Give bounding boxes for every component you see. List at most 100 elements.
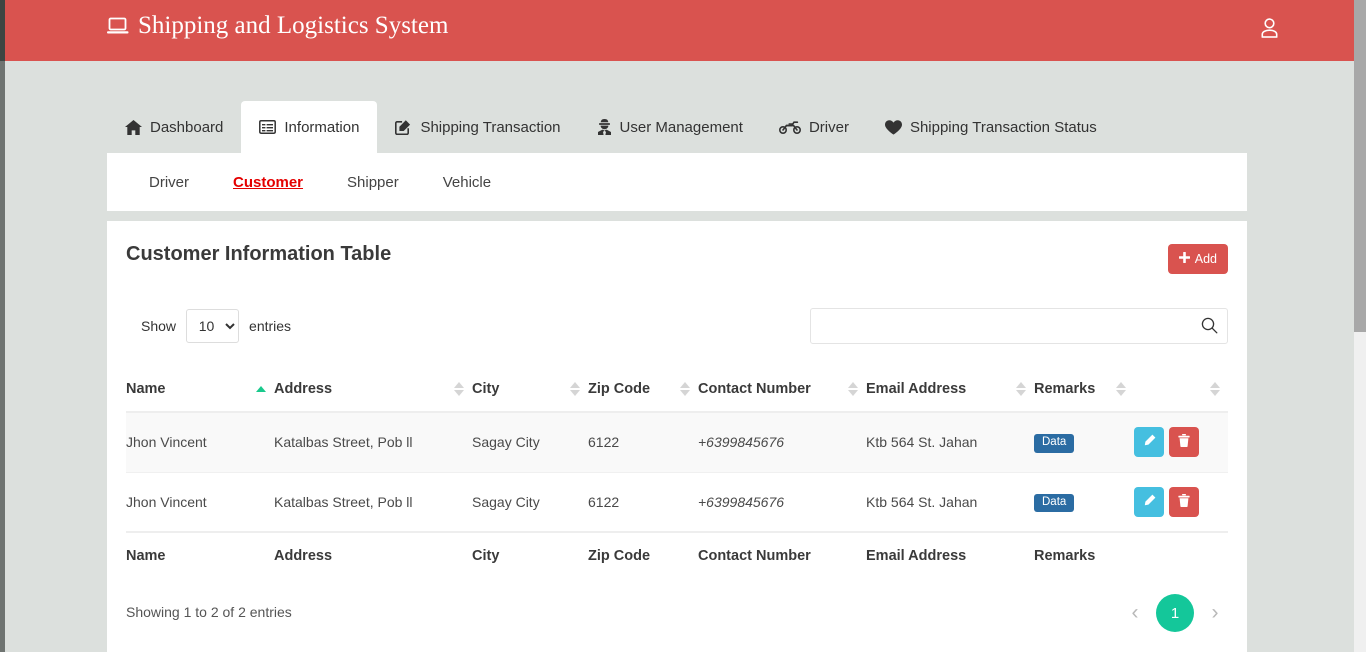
sort-indicator [848,381,858,396]
status-badge: Data [1034,493,1075,512]
subnav-item-vehicle[interactable]: Vehicle [421,174,513,191]
page-title: Customer Information Table [126,243,392,265]
table-row[interactable]: Jhon Vincent Katalbas Street, Pob ll Sag… [126,412,1228,473]
column-label: Remarks [1034,380,1096,397]
column-label: Email Address [866,380,967,397]
heart-icon [884,119,902,135]
search-box [810,308,1228,344]
sort-indicator [1210,381,1220,396]
table-length-control: Show 10 25 50 100 entries [141,309,291,343]
tab-label: Dashboard [150,118,224,136]
tab-label: Driver [808,118,849,136]
cell-name: Jhon Vincent [126,412,274,473]
table-footer-row: Name Address City Zip Code Contact Numbe… [126,531,1228,578]
column-header-zip-code[interactable]: Zip Code [588,366,698,413]
status-badge: Data [1034,434,1075,453]
subnav-item-customer[interactable]: Customer [211,174,325,191]
list-alt-icon [259,120,277,134]
table-info: Showing 1 to 2 of 2 entries [126,604,292,620]
add-button-label: Add [1194,252,1217,266]
delete-button[interactable] [1169,427,1199,458]
entries-label: entries [249,318,292,334]
column-label: Contact Number [698,380,811,397]
customer-table-card: Customer Information Table Add Show 10 2… [107,221,1247,652]
edit-button[interactable] [1134,486,1164,517]
search-icon[interactable] [1201,317,1218,339]
cell-remarks: Data [1034,412,1134,473]
tab-driver[interactable]: Driver [761,101,867,153]
plus-icon [1178,252,1190,266]
tab-shipping-transaction-status[interactable]: Shipping Transaction Status [867,101,1115,153]
show-label: Show [141,318,177,334]
cell-city: Sagay City [472,412,588,473]
tab-label: Shipping Transaction Status [909,118,1097,136]
subnav-item-driver[interactable]: Driver [127,174,211,191]
column-label: Address [274,380,333,397]
tab-information[interactable]: Information [241,101,378,153]
user-secret-icon [597,119,612,135]
user-avatar-icon[interactable] [1261,18,1278,38]
column-header-actions[interactable] [1134,366,1228,413]
footer-column-address: Address [274,531,472,578]
footer-column-city: City [472,531,588,578]
brand: Shipping and Logistics System [107,12,448,40]
footer-column-contact-number: Contact Number [698,531,866,578]
tab-shipping-transaction[interactable]: Shipping Transaction [377,101,578,153]
sort-indicator [680,381,690,396]
footer-column-name: Name [126,531,274,578]
column-label: City [472,380,500,397]
pencil-icon [1143,434,1156,450]
laptop-icon [107,17,129,35]
column-label: Zip Code [588,380,651,397]
table-header-row: Name Address City Zip Code Contact Numbe… [126,366,1228,413]
home-icon [125,119,142,135]
column-header-address[interactable]: Address [274,366,472,413]
delete-button[interactable] [1169,486,1199,517]
pagination: ‹ 1 › [1122,594,1228,632]
trash-icon [1178,493,1190,510]
column-header-contact-number[interactable]: Contact Number [698,366,866,413]
tab-label: Shipping Transaction [420,118,561,136]
table-row[interactable]: Jhon Vincent Katalbas Street, Pob ll Sag… [126,472,1228,533]
pencil-icon [1143,494,1156,510]
column-header-name[interactable]: Name [126,366,274,413]
subnav-item-shipper[interactable]: Shipper [325,174,421,191]
tab-label: User Management [619,118,743,136]
search-input[interactable] [810,308,1228,344]
window-corner-edge [0,0,5,61]
cell-city: Sagay City [472,472,588,533]
footer-column-remarks: Remarks [1034,531,1134,578]
column-header-email-address[interactable]: Email Address [866,366,1034,413]
page-button-1[interactable]: 1 [1156,594,1194,632]
footer-column-email-address: Email Address [866,531,1034,578]
cell-email: Ktb 564 St. Jahan [866,412,1034,473]
cell-name: Jhon Vincent [126,472,274,533]
cell-actions [1134,412,1228,473]
sort-indicator [454,381,464,396]
chevron-right-icon[interactable]: › [1202,595,1228,631]
cell-address: Katalbas Street, Pob ll [274,412,472,473]
window-left-edge [0,0,5,652]
cell-actions [1134,472,1228,533]
chevron-left-icon[interactable]: ‹ [1122,595,1148,631]
cell-contact: +6399845676 [698,412,866,473]
tab-user-management[interactable]: User Management [579,101,761,153]
add-button[interactable]: Add [1167,244,1228,274]
edit-button[interactable] [1134,427,1164,458]
footer-column-zip-code: Zip Code [588,531,698,578]
tab-label: Information [284,118,360,136]
cell-remarks: Data [1034,472,1134,533]
cell-contact: +6399845676 [698,472,866,533]
customer-table: Name Address City Zip Code Contact Numbe… [126,366,1228,578]
motorcycle-icon [778,120,801,134]
cell-zip-code: 6122 [588,412,698,473]
tab-dashboard[interactable]: Dashboard [107,101,241,153]
column-label: Name [126,380,166,397]
column-header-city[interactable]: City [472,366,588,413]
entries-select[interactable]: 10 25 50 100 [186,309,240,343]
column-header-remarks[interactable]: Remarks [1034,366,1134,413]
page-scrollbar-thumb[interactable] [1354,0,1366,332]
footer-column-actions [1134,531,1228,578]
trash-icon [1178,434,1190,450]
cell-address: Katalbas Street, Pob ll [274,472,472,533]
